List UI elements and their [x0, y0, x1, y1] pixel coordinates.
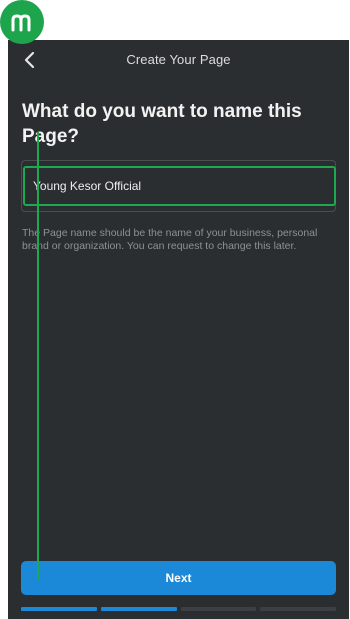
progress-step [21, 607, 97, 611]
screen: Create Your Page What do you want to nam… [0, 0, 350, 619]
helper-text: The Page name should be the name of your… [22, 227, 318, 252]
create-page-panel: Create Your Page What do you want to nam… [8, 40, 349, 619]
page-name-field [21, 160, 336, 212]
next-button[interactable]: Next [21, 561, 336, 595]
top-bar: Create Your Page [8, 40, 349, 80]
progress-step [260, 607, 336, 611]
m-logo-icon [0, 0, 44, 44]
progress-step [100, 607, 177, 611]
page-name-input[interactable] [23, 166, 336, 206]
progress-step [180, 607, 257, 611]
annotation-line [37, 132, 39, 579]
page-title: Create Your Page [126, 52, 231, 67]
page-name-heading: What do you want to name this Page? [22, 101, 302, 147]
progress-bar [21, 607, 336, 611]
